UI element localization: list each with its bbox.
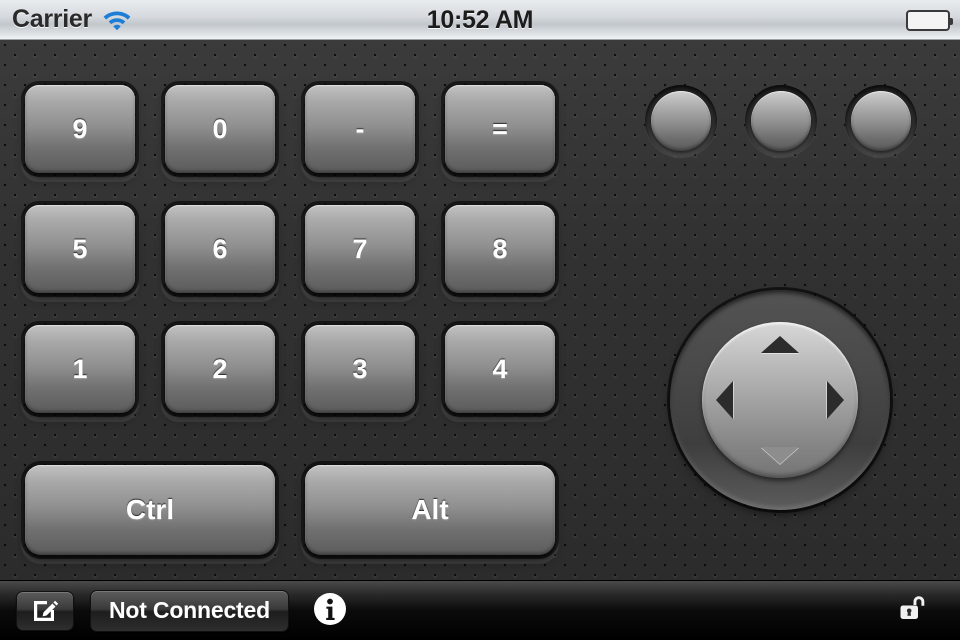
key-label: 5 — [72, 233, 88, 264]
key-minus[interactable]: - — [305, 85, 415, 173]
remote-control-app: Carrier 10:52 AM 9 0 - = 5 6 7 8 1 2 3 4 Ctrl Alt — [0, 0, 960, 640]
carrier-label: Carrier — [12, 5, 92, 33]
key-label: Alt — [411, 494, 449, 525]
status-bar-center: 10:52 AM — [0, 0, 960, 40]
key-label: 9 — [72, 113, 88, 144]
round-button-1[interactable] — [645, 85, 717, 157]
key-8[interactable]: 8 — [445, 205, 555, 293]
arrow-down-icon[interactable] — [761, 447, 799, 464]
lock-button[interactable] — [890, 589, 934, 633]
key-alt[interactable]: Alt — [305, 465, 555, 555]
wifi-icon — [102, 8, 132, 32]
key-label: - — [355, 113, 365, 144]
dpad-inner[interactable] — [702, 322, 858, 478]
key-label: 0 — [212, 113, 228, 144]
round-button-2-face[interactable] — [751, 91, 811, 151]
keypad-panel: 9 0 - = 5 6 7 8 1 2 3 4 Ctrl Alt — [0, 40, 960, 580]
key-3[interactable]: 3 — [305, 325, 415, 413]
arrow-up-icon[interactable] — [761, 336, 799, 353]
bottom-toolbar: Not Connected — [0, 580, 960, 640]
status-bar-clock: 10:52 AM — [426, 5, 534, 34]
key-2[interactable]: 2 — [165, 325, 275, 413]
dpad[interactable] — [670, 290, 890, 510]
key-label: 6 — [212, 233, 228, 264]
key-label: 4 — [492, 353, 508, 384]
key-0[interactable]: 0 — [165, 85, 275, 173]
key-ctrl[interactable]: Ctrl — [25, 465, 275, 555]
key-7[interactable]: 7 — [305, 205, 415, 293]
key-6[interactable]: 6 — [165, 205, 275, 293]
round-button-2[interactable] — [745, 85, 817, 157]
compose-icon — [30, 594, 60, 627]
key-9[interactable]: 9 — [25, 85, 135, 173]
key-label: 8 — [492, 233, 508, 264]
unlocked-padlock-icon — [892, 589, 932, 632]
key-equals[interactable]: = — [445, 85, 555, 173]
arrow-left-icon[interactable] — [716, 381, 733, 419]
compose-button[interactable] — [16, 590, 74, 631]
key-label: 2 — [212, 353, 228, 384]
round-button-3[interactable] — [845, 85, 917, 157]
arrow-right-icon[interactable] — [827, 381, 844, 419]
key-4[interactable]: 4 — [445, 325, 555, 413]
key-label: = — [492, 113, 508, 144]
key-label: 1 — [72, 353, 88, 384]
key-label: 3 — [352, 353, 368, 384]
key-label: 7 — [352, 233, 368, 264]
info-icon — [311, 590, 349, 631]
key-5[interactable]: 5 — [25, 205, 135, 293]
info-button[interactable] — [309, 590, 351, 632]
round-button-3-face[interactable] — [851, 91, 911, 151]
status-bar-right — [906, 0, 953, 40]
connection-status-button[interactable]: Not Connected — [90, 589, 289, 632]
key-1[interactable]: 1 — [25, 325, 135, 413]
status-bar-left: Carrier — [0, 5, 132, 34]
status-bar: Carrier 10:52 AM — [0, 0, 960, 40]
key-label: Ctrl — [125, 494, 175, 525]
battery-icon — [906, 9, 953, 31]
round-button-1-face[interactable] — [651, 91, 711, 151]
